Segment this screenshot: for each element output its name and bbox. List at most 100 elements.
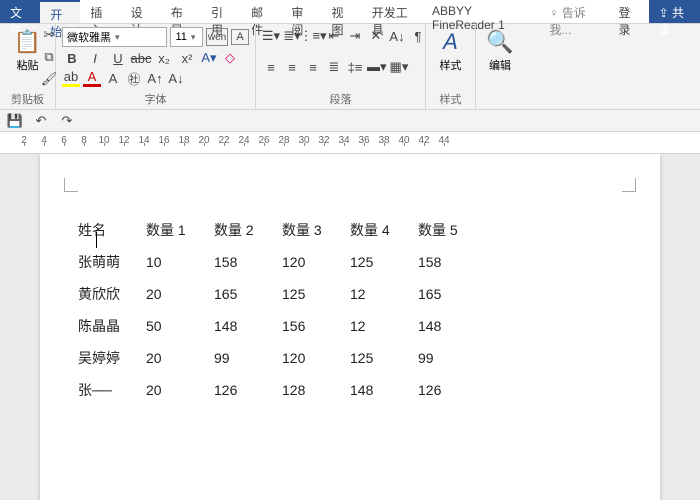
align-left-icon[interactable]: ≡ (262, 58, 280, 76)
tab-developer[interactable]: 开发工具 (362, 0, 422, 23)
editing-button[interactable]: 🔍 编辑 (482, 27, 518, 75)
ribbon: 📋 粘贴 ✂ ⧉ 🖌 剪贴板 微软雅黑▾ 11▾ wén A B I U abc… (0, 24, 700, 110)
tab-design[interactable]: 设计 (121, 0, 161, 23)
tab-view[interactable]: 视图 (322, 0, 362, 23)
tab-review[interactable]: 审阅 (281, 0, 321, 23)
table-cell[interactable]: 20 (146, 342, 214, 374)
numbering-icon[interactable]: ≣▾ (283, 27, 301, 45)
ruler-tick: 8 (74, 135, 94, 146)
tab-mailings[interactable]: 邮件 (241, 0, 281, 23)
table-cell[interactable]: 12 (350, 310, 418, 342)
enclose-chars-icon[interactable]: ㊓ (125, 69, 143, 87)
sort-icon[interactable]: A↓ (388, 27, 406, 45)
table-cell[interactable]: 99 (214, 342, 282, 374)
font-name-combo[interactable]: 微软雅黑▾ (62, 27, 167, 47)
table-cell[interactable]: 165 (418, 278, 486, 310)
quick-access-toolbar: 💾 ↶ ↷ (0, 110, 700, 132)
login-link[interactable]: 登录 (608, 0, 648, 23)
table-header-cell[interactable]: 数量 2 (214, 214, 282, 246)
table-cell[interactable]: 99 (418, 342, 486, 374)
styles-button[interactable]: A 样式 (432, 27, 469, 75)
table-cell[interactable]: 148 (418, 310, 486, 342)
line-spacing-icon[interactable]: ‡≡ (346, 58, 364, 76)
undo-icon[interactable]: ↶ (32, 112, 50, 130)
table-cell[interactable]: 吴婷婷 (78, 342, 146, 374)
font-size-combo[interactable]: 11▾ (170, 27, 203, 47)
justify-icon[interactable]: ≣ (325, 58, 343, 76)
grow-font-icon[interactable]: A↑ (146, 69, 164, 87)
subscript-button[interactable]: x₂ (154, 49, 174, 67)
borders-icon[interactable]: ▦▾ (390, 58, 409, 76)
shading-icon[interactable]: ▬▾ (367, 58, 387, 76)
tab-layout[interactable]: 布局 (161, 0, 201, 23)
tab-references[interactable]: 引用 (201, 0, 241, 23)
table-header-cell[interactable]: 数量 4 (350, 214, 418, 246)
strikethrough-button[interactable]: abc (131, 49, 151, 67)
show-marks-icon[interactable]: ¶ (409, 27, 427, 45)
table-cell[interactable]: 黄欣欣 (78, 278, 146, 310)
tab-file[interactable]: 文件 (0, 0, 40, 23)
table-cell[interactable]: 陈晶晶 (78, 310, 146, 342)
table-header-cell[interactable]: 姓名 (78, 214, 146, 246)
table-cell[interactable]: 张── (78, 374, 146, 406)
tab-home[interactable]: 开始 (40, 0, 80, 23)
text-direction-icon[interactable]: ✕ (367, 27, 385, 45)
copy-icon[interactable]: ⧉ (40, 48, 58, 66)
table-cell[interactable]: 10 (146, 246, 214, 278)
clear-formatting-icon[interactable]: ◇ (221, 49, 239, 67)
clipboard-icon: 📋 (14, 29, 41, 55)
table-cell[interactable]: 120 (282, 342, 350, 374)
table-cell[interactable]: 20 (146, 278, 214, 310)
share-button[interactable]: ⇪ 共享 (649, 0, 700, 23)
table-cell[interactable]: 158 (418, 246, 486, 278)
highlight-button[interactable]: ab (62, 69, 80, 87)
table-cell[interactable]: 126 (214, 374, 282, 406)
styles-group-label: 样式 (432, 89, 469, 107)
redo-icon[interactable]: ↷ (58, 112, 76, 130)
table-cell[interactable]: 158 (214, 246, 282, 278)
table-cell[interactable]: 20 (146, 374, 214, 406)
align-center-icon[interactable]: ≡ (283, 58, 301, 76)
group-editing: 🔍 编辑 (476, 24, 524, 109)
multilevel-list-icon[interactable]: ⋮≡▾ (304, 27, 322, 45)
table-cell[interactable]: 148 (214, 310, 282, 342)
decrease-indent-icon[interactable]: ⇤ (325, 27, 343, 45)
table-cell[interactable]: 125 (350, 246, 418, 278)
cut-icon[interactable]: ✂ (40, 26, 58, 44)
group-font: 微软雅黑▾ 11▾ wén A B I U abc x₂ x² A▾ ◇ ab … (56, 24, 256, 109)
table-cell[interactable]: 156 (282, 310, 350, 342)
table-cell[interactable]: 12 (350, 278, 418, 310)
italic-button[interactable]: I (85, 49, 105, 67)
increase-indent-icon[interactable]: ⇥ (346, 27, 364, 45)
tell-me[interactable]: ♀ 告诉我... (539, 0, 608, 23)
table-cell[interactable]: 148 (350, 374, 418, 406)
horizontal-ruler[interactable]: 2468101214161820222426283032343638404244 (0, 132, 700, 154)
table-cell[interactable]: 165 (214, 278, 282, 310)
underline-button[interactable]: U (108, 49, 128, 67)
table-cell[interactable]: 50 (146, 310, 214, 342)
text-effects-icon[interactable]: A▾ (200, 49, 218, 67)
bold-button[interactable]: B (62, 49, 82, 67)
phonetic-guide-icon[interactable]: wén (206, 28, 228, 46)
table-cell[interactable]: 125 (282, 278, 350, 310)
table-header-cell[interactable]: 数量 1 (146, 214, 214, 246)
save-icon[interactable]: 💾 (6, 112, 24, 130)
document-area[interactable]: 姓名数量 1数量 2数量 3数量 4数量 5 张萌萌10158120125158… (0, 154, 700, 500)
bullets-icon[interactable]: ☰▾ (262, 27, 280, 45)
font-color-button[interactable]: A (83, 69, 101, 87)
table-cell[interactable]: 120 (282, 246, 350, 278)
tab-abbyy[interactable]: ABBYY FineReader 1 (422, 0, 539, 23)
table-cell[interactable]: 128 (282, 374, 350, 406)
char-shading-icon[interactable]: A (104, 69, 122, 87)
table-header-cell[interactable]: 数量 3 (282, 214, 350, 246)
tab-insert[interactable]: 插入 (80, 0, 120, 23)
superscript-button[interactable]: x² (177, 49, 197, 67)
character-border-icon[interactable]: A (231, 29, 249, 45)
table-cell[interactable]: 125 (350, 342, 418, 374)
table-cell[interactable]: 126 (418, 374, 486, 406)
table-header-cell[interactable]: 数量 5 (418, 214, 486, 246)
table-cell[interactable]: 张萌萌 (78, 246, 146, 278)
shrink-font-icon[interactable]: A↓ (167, 69, 185, 87)
align-right-icon[interactable]: ≡ (304, 58, 322, 76)
format-painter-icon[interactable]: 🖌 (40, 70, 58, 88)
